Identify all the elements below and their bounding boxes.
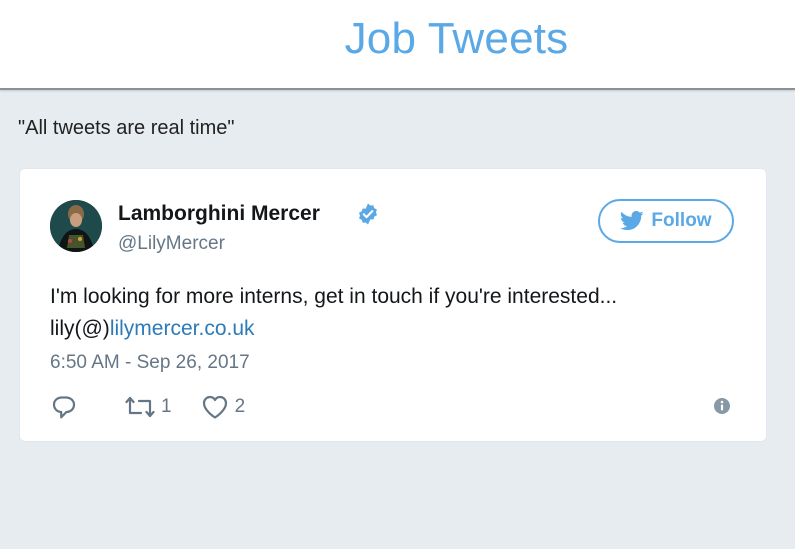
retweet-action[interactable]: 1 [125, 395, 172, 419]
retweet-count: 1 [161, 396, 172, 417]
twitter-bird-icon [620, 211, 645, 230]
app-header: Job Tweets [0, 0, 795, 90]
user-handle[interactable]: @LilyMercer [118, 233, 225, 255]
avatar-image [50, 200, 102, 252]
verified-badge-icon [359, 203, 377, 225]
avatar[interactable] [50, 200, 102, 252]
tweet-timestamp[interactable]: 6:50 AM - Sep 26, 2017 [50, 352, 250, 374]
like-action[interactable]: 2 [201, 394, 246, 420]
follow-label: Follow [651, 210, 712, 231]
follow-button[interactable]: Follow [598, 199, 734, 243]
reply-icon [52, 396, 76, 419]
like-count: 2 [234, 396, 246, 417]
retweet-icon [125, 396, 155, 418]
tweet-link[interactable]: lilymercer.co.uk [110, 317, 255, 340]
tweet-actions: 1 2 [50, 394, 245, 420]
info-icon[interactable] [712, 396, 732, 416]
display-name[interactable]: Lamborghini Mercer [118, 202, 320, 226]
reply-action[interactable] [50, 394, 78, 420]
tweet-card: Lamborghini Mercer @LilyMercer Follow I'… [20, 169, 766, 441]
tweet-text: I'm looking for more interns, get in tou… [50, 281, 740, 345]
heart-icon [202, 395, 227, 419]
page-subtitle: "All tweets are real time" [18, 117, 235, 139]
page-title: Job Tweets [344, 14, 569, 63]
